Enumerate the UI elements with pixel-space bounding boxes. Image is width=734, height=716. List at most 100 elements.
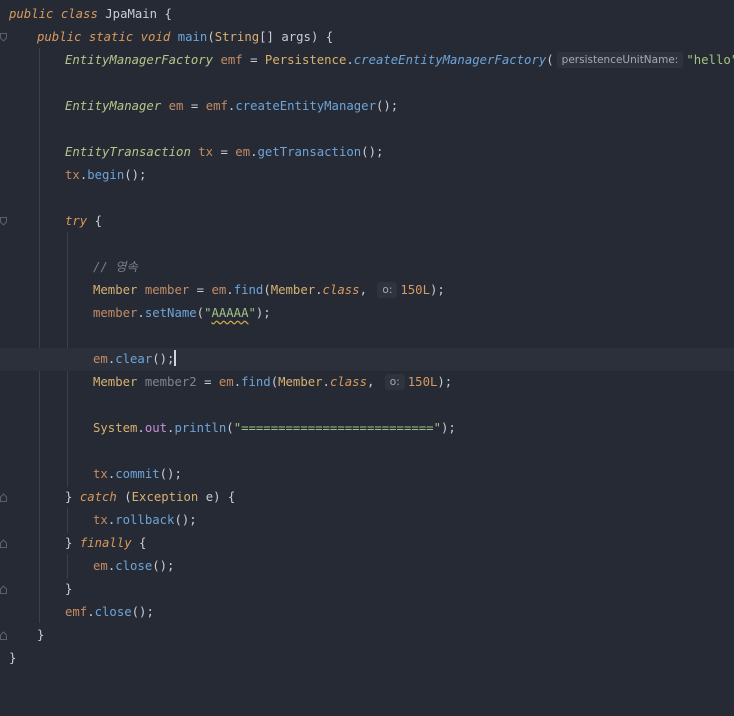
method-call: commit: [115, 467, 160, 481]
code-line[interactable]: // 영속: [0, 256, 734, 279]
code-line[interactable]: em.close();: [0, 555, 734, 578]
variable: em: [235, 145, 251, 159]
operator: =: [196, 283, 205, 297]
punctuation: .: [346, 53, 354, 67]
method-call: begin: [87, 168, 125, 182]
variable: tx: [65, 168, 80, 182]
keyword: void: [140, 30, 171, 44]
method-call: close: [115, 559, 153, 573]
code-line[interactable]: System.out.println("====================…: [0, 417, 734, 440]
code-line[interactable]: }: [0, 578, 734, 601]
punctuation: .: [233, 375, 242, 389]
punctuation: ();: [152, 352, 175, 366]
code-line[interactable]: }: [0, 624, 734, 647]
method-call: clear: [115, 352, 153, 366]
punctuation: (: [263, 283, 271, 297]
keyword: try: [65, 214, 88, 228]
type-name: String: [214, 30, 260, 44]
punctuation: (: [196, 306, 205, 320]
punctuation: .: [87, 605, 95, 619]
variable: em: [93, 352, 108, 366]
code-line[interactable]: Member member = em.find(Member.class, o:…: [0, 279, 734, 302]
code-line[interactable]: member.setName("AAAAA");: [0, 302, 734, 325]
operator: =: [250, 53, 258, 67]
brace: {: [164, 7, 172, 21]
punctuation: (: [546, 53, 554, 67]
class-name: JpaMain: [105, 7, 158, 21]
number-literal: 150L: [400, 283, 430, 297]
punctuation: ,: [366, 375, 375, 389]
class-name: Member: [278, 375, 323, 389]
punctuation: (: [124, 490, 132, 504]
brace: }: [65, 582, 73, 596]
method-call: println: [174, 421, 227, 435]
code-line[interactable]: } finally {: [0, 532, 734, 555]
punctuation: [] args) {: [259, 30, 334, 44]
code-line[interactable]: }: [0, 647, 734, 670]
variable: em: [218, 375, 234, 389]
method-call: setName: [144, 306, 197, 320]
code-editor[interactable]: public class JpaMain { public static voi…: [0, 0, 734, 693]
code-line[interactable]: public class JpaMain {: [0, 3, 734, 26]
keyword: static: [88, 30, 134, 44]
class-name: System: [93, 421, 138, 435]
punctuation: ();: [174, 513, 197, 527]
keyword: class: [329, 375, 367, 389]
brace: {: [139, 536, 147, 550]
code-line[interactable]: EntityManagerFactory emf = Persistence.c…: [0, 49, 734, 72]
parameter-hint: o:: [377, 282, 398, 298]
type-name: Member: [93, 375, 138, 389]
punctuation: (: [226, 421, 234, 435]
variable: tx: [198, 145, 214, 159]
punctuation: ();: [159, 467, 182, 481]
parameter-hint: persistenceUnitName:: [556, 52, 684, 68]
punctuation: ();: [131, 605, 154, 619]
type-name: EntityTransaction: [65, 145, 191, 159]
variable: emf: [220, 53, 243, 67]
punctuation: e) {: [205, 490, 236, 504]
variable: tx: [93, 467, 108, 481]
code-line[interactable]: Member member2 = em.find(Member.class, o…: [0, 371, 734, 394]
type-name: EntityManagerFactory: [65, 53, 214, 67]
punctuation: );: [429, 283, 445, 297]
brace: }: [65, 536, 73, 550]
method-call: getTransaction: [257, 145, 362, 159]
string-literal: "==========================": [233, 421, 441, 435]
brace: {: [94, 214, 103, 228]
code-line[interactable]: EntityManager em = emf.createEntityManag…: [0, 95, 734, 118]
punctuation: ();: [361, 145, 384, 159]
brace: }: [9, 651, 17, 665]
code-line[interactable]: try {: [0, 210, 734, 233]
method-call: createEntityManager: [235, 99, 376, 113]
keyword: finally: [79, 536, 132, 550]
method-call: find: [233, 283, 264, 297]
punctuation: .: [315, 283, 323, 297]
code-line[interactable]: tx.commit();: [0, 463, 734, 486]
code-line-current[interactable]: em.clear();: [0, 348, 734, 371]
code-line[interactable]: tx.begin();: [0, 164, 734, 187]
keyword: class: [60, 7, 98, 21]
string-quote: ": [248, 306, 256, 320]
code-line[interactable]: EntityTransaction tx = em.getTransaction…: [0, 141, 734, 164]
variable: emf: [205, 99, 228, 113]
punctuation: .: [250, 145, 258, 159]
method-call: rollback: [115, 513, 175, 527]
punctuation: .: [226, 283, 234, 297]
method-name: main: [177, 30, 208, 44]
brace: }: [65, 490, 73, 504]
method-call: find: [241, 375, 271, 389]
code-line[interactable]: public static void main(String[] args) {: [0, 26, 734, 49]
number-literal: 150L: [407, 375, 438, 389]
keyword: class: [322, 283, 360, 297]
variable: member: [144, 283, 190, 297]
punctuation: (: [207, 30, 215, 44]
code-line[interactable]: emf.close();: [0, 601, 734, 624]
punctuation: .: [322, 375, 330, 389]
code-line[interactable]: } catch (Exception e) {: [0, 486, 734, 509]
punctuation: ();: [152, 559, 175, 573]
variable: em: [93, 559, 108, 573]
punctuation: ();: [124, 168, 147, 182]
type-name: Member: [93, 283, 138, 297]
punctuation: ();: [375, 99, 399, 113]
code-line[interactable]: tx.rollback();: [0, 509, 734, 532]
